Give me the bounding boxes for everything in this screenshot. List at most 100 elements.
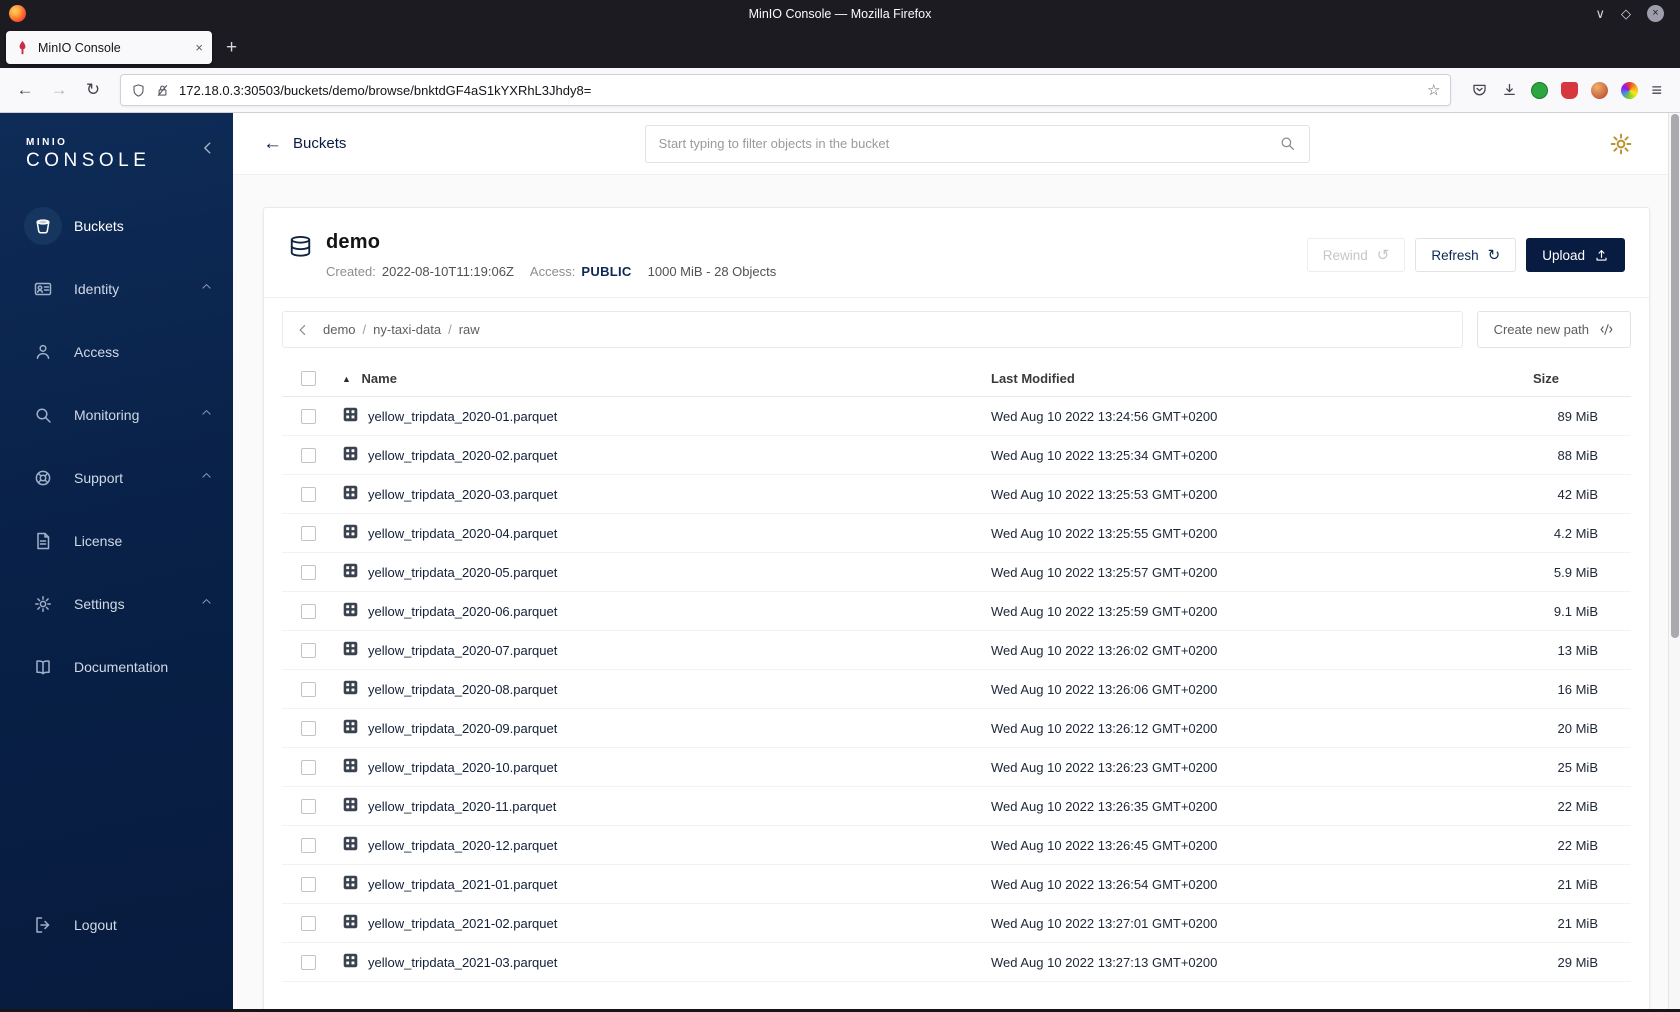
- object-name[interactable]: yellow_tripdata_2020-02.parquet: [368, 448, 557, 463]
- object-name[interactable]: yellow_tripdata_2020-09.parquet: [368, 721, 557, 736]
- new-tab-button[interactable]: +: [226, 38, 237, 57]
- object-name[interactable]: yellow_tripdata_2020-03.parquet: [368, 487, 557, 502]
- window-close-button[interactable]: ×: [1647, 5, 1664, 22]
- row-checkbox[interactable]: [300, 565, 316, 581]
- sidebar-item-settings[interactable]: Settings: [0, 572, 233, 635]
- row-checkbox[interactable]: [300, 916, 316, 932]
- object-name[interactable]: yellow_tripdata_2020-07.parquet: [368, 643, 557, 658]
- bookmark-star-icon[interactable]: ☆: [1427, 81, 1440, 99]
- object-row[interactable]: yellow_tripdata_2020-10.parquet Wed Aug 1…: [282, 747, 1631, 788]
- row-checkbox[interactable]: [300, 604, 316, 620]
- object-name[interactable]: yellow_tripdata_2020-08.parquet: [368, 682, 557, 697]
- object-name[interactable]: yellow_tripdata_2020-10.parquet: [368, 760, 557, 775]
- row-checkbox[interactable]: [300, 526, 316, 542]
- object-name[interactable]: yellow_tripdata_2021-02.parquet: [368, 916, 557, 931]
- page-scrollbar[interactable]: [1668, 113, 1680, 1009]
- pocket-icon[interactable]: [1471, 82, 1488, 99]
- object-row[interactable]: yellow_tripdata_2020-04.parquet Wed Aug 1…: [282, 513, 1631, 554]
- object-row[interactable]: yellow_tripdata_2020-02.parquet Wed Aug 1…: [282, 435, 1631, 476]
- window-minimize-button[interactable]: ∨: [1595, 7, 1605, 20]
- sidebar-item-monitoring[interactable]: Monitoring: [0, 383, 233, 446]
- extension-green-icon[interactable]: [1531, 81, 1549, 99]
- column-header-size[interactable]: Size: [1525, 361, 1631, 398]
- extension-avatar-icon[interactable]: [1591, 81, 1609, 99]
- extension-pinwheel-icon[interactable]: [1621, 81, 1639, 99]
- row-checkbox[interactable]: [300, 838, 316, 854]
- breadcrumb-segment[interactable]: demo: [323, 322, 356, 337]
- hamburger-menu-icon[interactable]: ≡: [1651, 80, 1662, 101]
- row-checkbox[interactable]: [300, 955, 316, 971]
- row-checkbox[interactable]: [300, 487, 316, 503]
- window-maximize-button[interactable]: ◇: [1621, 7, 1631, 20]
- url-bar[interactable]: 172.18.0.3:30503/buckets/demo/browse/bnk…: [120, 74, 1452, 106]
- sidebar-item-access[interactable]: Access: [0, 320, 233, 383]
- object-name[interactable]: yellow_tripdata_2021-03.parquet: [368, 955, 557, 970]
- object-row[interactable]: yellow_tripdata_2020-11.parquet Wed Aug 1…: [282, 786, 1631, 827]
- settings-gear-icon[interactable]: [1608, 131, 1634, 157]
- breadcrumb-segment[interactable]: ny-taxi-data: [373, 322, 441, 337]
- sidebar-item-documentation[interactable]: Documentation: [0, 635, 233, 698]
- row-checkbox[interactable]: [300, 760, 316, 776]
- object-size: 89 MiB: [1525, 396, 1631, 437]
- row-checkbox[interactable]: [300, 643, 316, 659]
- sidebar-item-license[interactable]: License: [0, 509, 233, 572]
- object-row[interactable]: yellow_tripdata_2021-02.parquet Wed Aug 1…: [282, 903, 1631, 944]
- tracking-protection-shield-icon[interactable]: [131, 83, 146, 98]
- browser-back-button[interactable]: ←: [10, 75, 40, 105]
- object-row[interactable]: yellow_tripdata_2020-08.parquet Wed Aug 1…: [282, 669, 1631, 710]
- sidebar-item-support[interactable]: Support: [0, 446, 233, 509]
- sidebar-item-identity[interactable]: Identity: [0, 257, 233, 320]
- access-value[interactable]: PUBLIC: [581, 264, 631, 279]
- browser-reload-button[interactable]: ↻: [78, 75, 108, 105]
- object-row[interactable]: yellow_tripdata_2021-01.parquet Wed Aug 1…: [282, 864, 1631, 905]
- object-row[interactable]: yellow_tripdata_2020-06.parquet Wed Aug 1…: [282, 591, 1631, 632]
- object-name[interactable]: yellow_tripdata_2020-12.parquet: [368, 838, 557, 853]
- row-checkbox[interactable]: [300, 799, 316, 815]
- object-name[interactable]: yellow_tripdata_2020-05.parquet: [368, 565, 557, 580]
- extension-red-shield-icon[interactable]: [1561, 81, 1579, 99]
- object-name[interactable]: yellow_tripdata_2020-06.parquet: [368, 604, 557, 619]
- browser-tab-minio-console[interactable]: MinIO Console ×: [6, 31, 212, 64]
- object-name[interactable]: yellow_tripdata_2021-01.parquet: [368, 877, 557, 892]
- object-row[interactable]: yellow_tripdata_2020-07.parquet Wed Aug 1…: [282, 630, 1631, 671]
- object-row[interactable]: yellow_tripdata_2020-05.parquet Wed Aug 1…: [282, 552, 1631, 593]
- filter-objects-search[interactable]: [644, 124, 1310, 163]
- search-input[interactable]: [658, 136, 1269, 151]
- object-name[interactable]: yellow_tripdata_2020-01.parquet: [368, 409, 557, 424]
- select-all-checkbox[interactable]: [300, 371, 316, 387]
- downloads-icon[interactable]: [1501, 82, 1518, 99]
- object-row[interactable]: yellow_tripdata_2020-09.parquet Wed Aug 1…: [282, 708, 1631, 749]
- breadcrumb-segment[interactable]: raw: [459, 322, 480, 337]
- row-checkbox[interactable]: [300, 409, 316, 425]
- object-size: 42 MiB: [1525, 474, 1631, 515]
- row-checkbox[interactable]: [300, 721, 316, 737]
- column-header-name[interactable]: ▲ Name: [334, 361, 983, 398]
- object-row[interactable]: yellow_tripdata_2020-01.parquet Wed Aug 1…: [282, 396, 1631, 437]
- object-row[interactable]: yellow_tripdata_2020-12.parquet Wed Aug 1…: [282, 825, 1631, 866]
- back-to-buckets-link[interactable]: ← Buckets: [263, 134, 346, 153]
- object-row[interactable]: yellow_tripdata_2021-03.parquet Wed Aug 1…: [282, 942, 1631, 983]
- object-name[interactable]: yellow_tripdata_2020-04.parquet: [368, 526, 557, 541]
- create-new-path-button[interactable]: Create new path: [1476, 311, 1631, 348]
- url-text[interactable]: 172.18.0.3:30503/buckets/demo/browse/bnk…: [179, 83, 1418, 98]
- sidebar: MINIO CONSOLE Buckets Identity Access Monit…: [0, 113, 233, 1012]
- rewind-button[interactable]: Rewind ↺: [1306, 238, 1406, 272]
- refresh-button[interactable]: Refresh ↻: [1415, 238, 1517, 272]
- column-header-last-modified[interactable]: Last Modified: [983, 361, 1525, 398]
- path-back-chevron[interactable]: [295, 322, 311, 338]
- sidebar-item-buckets[interactable]: Buckets: [0, 194, 233, 257]
- object-browser-header: ← Buckets: [233, 113, 1680, 175]
- browser-forward-button[interactable]: →: [44, 75, 74, 105]
- upload-button[interactable]: Upload: [1526, 238, 1625, 272]
- object-row[interactable]: yellow_tripdata_2020-03.parquet Wed Aug 1…: [282, 474, 1631, 515]
- object-name[interactable]: yellow_tripdata_2020-11.parquet: [368, 799, 556, 814]
- row-checkbox[interactable]: [300, 682, 316, 698]
- identity-icon: [24, 270, 62, 308]
- connection-not-secure-icon[interactable]: [155, 83, 170, 98]
- sidebar-collapse-button[interactable]: [199, 139, 217, 157]
- scrollbar-thumb[interactable]: [1671, 114, 1679, 638]
- row-checkbox[interactable]: [300, 877, 316, 893]
- tab-close-icon[interactable]: ×: [195, 40, 203, 55]
- row-checkbox[interactable]: [300, 448, 316, 464]
- sidebar-item-logout[interactable]: Logout: [0, 893, 233, 956]
